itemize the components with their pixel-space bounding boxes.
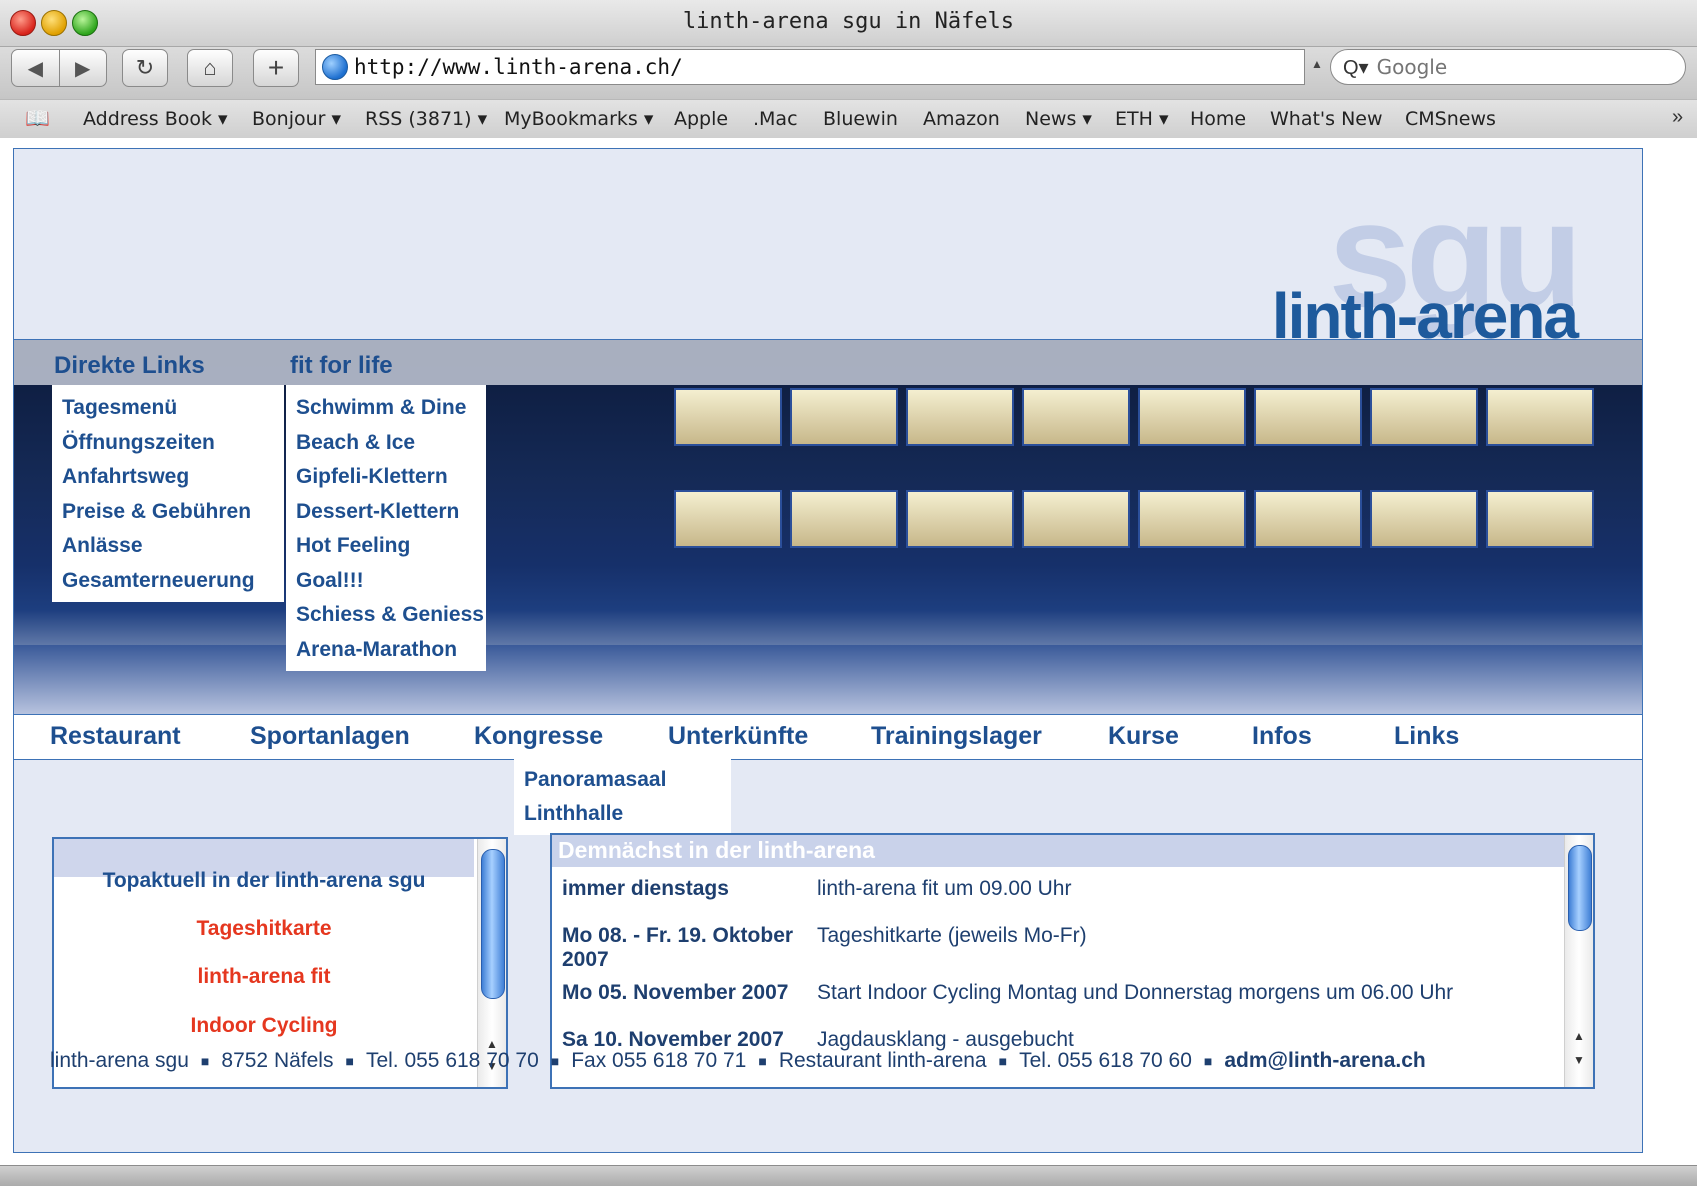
bookmark-amazon[interactable]: Amazon [923, 108, 1000, 130]
footer-name: linth-arena sgu [50, 1049, 189, 1072]
link-schwimm-dine[interactable]: Schwimm & Dine [286, 391, 486, 426]
link-linth-arena-fit[interactable]: linth-arena fit [54, 965, 474, 989]
bookmark-bluewin[interactable]: Bluewin [823, 108, 898, 130]
bookmark-address-book[interactable]: Address Book ▾ [83, 108, 228, 130]
nav-links[interactable]: Links [1394, 722, 1459, 751]
bookmark-apple[interactable]: Apple [674, 108, 728, 130]
link-preise-gebuehren[interactable]: Preise & Gebühren [52, 495, 284, 530]
footer-tel: Tel. 055 618 70 70 [365, 1049, 539, 1072]
nav-kongresse[interactable]: Kongresse [474, 722, 603, 751]
snow-ground [14, 645, 1642, 715]
link-arena-marathon[interactable]: Arena-Marathon [286, 633, 486, 668]
home-button[interactable]: ⌂ [187, 49, 233, 87]
add-bookmark-button[interactable]: + [253, 49, 299, 87]
link-anlaesse[interactable]: Anlässe [52, 529, 284, 564]
link-tagesmenue[interactable]: Tagesmenü [52, 391, 284, 426]
topaktuell-title: Topaktuell in der linth-arena sgu [102, 869, 426, 892]
events-title: Demnächst in der linth-arena [558, 837, 875, 863]
bookmark-bonjour[interactable]: Bonjour ▾ [252, 108, 341, 130]
bookmark-rss[interactable]: RSS (3871) ▾ [365, 108, 487, 130]
bookmark-mac[interactable]: .Mac [753, 108, 798, 130]
link-tageshitkarte[interactable]: Tageshitkarte [54, 917, 474, 941]
link-goal[interactable]: Goal!!! [286, 564, 486, 599]
bookmark-cmsnews[interactable]: CMSnews [1405, 108, 1496, 130]
window-title: linth-arena sgu in Näfels [682, 9, 1015, 34]
event-text: linth-arena fit um 09.00 Uhr [817, 877, 1072, 900]
browser-toolbar: ◀ ▶ ↻ ⌂ + http://www.linth-arena.ch/ ▲ Q… [0, 47, 1697, 99]
link-indoor-cycling[interactable]: Indoor Cycling [54, 1014, 474, 1038]
link-anfahrtsweg[interactable]: Anfahrtsweg [52, 460, 284, 495]
direkte-links-heading[interactable]: Direkte Links [54, 352, 205, 380]
scroll-thumb[interactable] [1568, 845, 1592, 931]
link-dessert-klettern[interactable]: Dessert-Klettern [286, 495, 486, 530]
footer-fax: Fax 055 618 70 71 [571, 1049, 747, 1072]
bookmark-whats-new[interactable]: What's New [1270, 108, 1383, 130]
page-footer: linth-arena sgu ■ 8752 Näfels ■ Tel. 055 618… [50, 1049, 1426, 1072]
footer-email-link[interactable]: adm@linth-arena.ch [1224, 1049, 1425, 1072]
event-date: immer dienstags [562, 877, 729, 900]
page-margin [1645, 138, 1697, 1165]
bookmark-home[interactable]: Home [1190, 108, 1246, 130]
web-content: sgu linth-arena Direkte Links fit for li… [0, 138, 1697, 1165]
direkte-links-dropdown: Tagesmenü Öffnungszeiten Anfahrtsweg Pre… [52, 385, 284, 602]
address-bar[interactable]: http://www.linth-arena.ch/ [315, 49, 1305, 85]
fit-for-life-dropdown: Schwimm & Dine Beach & Ice Gipfeli-Klett… [286, 385, 486, 671]
plus-icon: + [267, 52, 285, 83]
footer-place: 8752 Näfels [221, 1049, 334, 1072]
back-arrow-icon[interactable]: ◀ [12, 56, 59, 81]
scroll-thumb[interactable] [481, 849, 505, 999]
link-gesamterneuerung[interactable]: Gesamterneuerung [52, 564, 284, 599]
reload-icon: ↻ [135, 55, 155, 80]
nav-infos[interactable]: Infos [1252, 722, 1312, 751]
hero-image: Direkte Links fit for life Tagesmenü Öff… [14, 339, 1642, 715]
footer-restaurant: Restaurant linth-arena [778, 1049, 987, 1072]
nav-restaurant[interactable]: Restaurant [50, 722, 181, 751]
search-icon[interactable]: Q▾ [1343, 55, 1369, 80]
open-book-icon[interactable]: 📖 [25, 106, 50, 131]
nav-unterkuenfte[interactable]: Unterkünfte [668, 722, 808, 751]
link-linthhalle[interactable]: Linthhalle [514, 797, 731, 831]
menu-strip [14, 340, 1642, 385]
bookmark-eth[interactable]: ETH ▾ [1115, 108, 1168, 130]
event-text: Tageshitkarte (jeweils Mo-Fr) [817, 924, 1087, 947]
building-windows-lower [674, 490, 1594, 548]
bookmark-news[interactable]: News ▾ [1025, 108, 1092, 130]
bookmarks-bar: 📖 Address Book ▾ Bonjour ▾ RSS (3871) ▾ … [0, 99, 1697, 139]
page-frame: sgu linth-arena Direkte Links fit for li… [13, 148, 1643, 1153]
link-panoramasaal[interactable]: Panoramasaal [514, 763, 731, 797]
link-schiess-geniess[interactable]: Schiess & Geniess [286, 598, 486, 633]
url-dropdown-icon[interactable]: ▲ [1311, 57, 1323, 71]
kongresse-submenu: Panoramasaal Linthhalle [514, 759, 731, 835]
main-navigation: Restaurant Sportanlagen Kongresse Unterk… [14, 714, 1642, 760]
browser-window: linth-arena sgu in Näfels ◀ ▶ ↻ ⌂ + http… [0, 0, 1697, 1186]
forward-arrow-icon[interactable]: ▶ [59, 56, 106, 81]
status-bar [0, 1165, 1697, 1186]
event-text: Start Indoor Cycling Montag und Donnerst… [817, 981, 1454, 1004]
search-input[interactable] [1374, 54, 1659, 80]
globe-icon [322, 54, 348, 80]
link-hot-feeling[interactable]: Hot Feeling [286, 529, 486, 564]
reload-button[interactable]: ↻ [122, 49, 168, 87]
bookmark-mybookmarks[interactable]: MyBookmarks ▾ [504, 108, 653, 130]
chevron-right-icon[interactable]: » [1672, 106, 1683, 129]
scroll-up-arrow-icon[interactable]: ▲ [1569, 1029, 1589, 1043]
link-oeffnungszeiten[interactable]: Öffnungszeiten [52, 426, 284, 461]
nav-trainingslager[interactable]: Trainingslager [871, 722, 1042, 751]
fit-for-life-heading[interactable]: fit for life [290, 352, 393, 380]
link-beach-ice[interactable]: Beach & Ice [286, 426, 486, 461]
search-field[interactable]: Q▾ [1330, 49, 1686, 85]
url-text[interactable]: http://www.linth-arena.ch/ [354, 55, 683, 79]
building-windows-upper [674, 388, 1594, 446]
title-bar: linth-arena sgu in Näfels [0, 0, 1697, 47]
nav-kurse[interactable]: Kurse [1108, 722, 1179, 751]
footer-restaurant-tel: Tel. 055 618 70 60 [1019, 1049, 1192, 1072]
link-gipfeli-klettern[interactable]: Gipfeli-Klettern [286, 460, 486, 495]
back-forward-buttons: ◀ ▶ [11, 49, 107, 87]
home-icon: ⌂ [203, 55, 217, 80]
nav-sportanlagen[interactable]: Sportanlagen [250, 722, 410, 751]
event-date: Mo 05. November 2007 [562, 981, 789, 1004]
event-date: Mo 08. - Fr. 19. Oktober 2007 [562, 924, 794, 971]
